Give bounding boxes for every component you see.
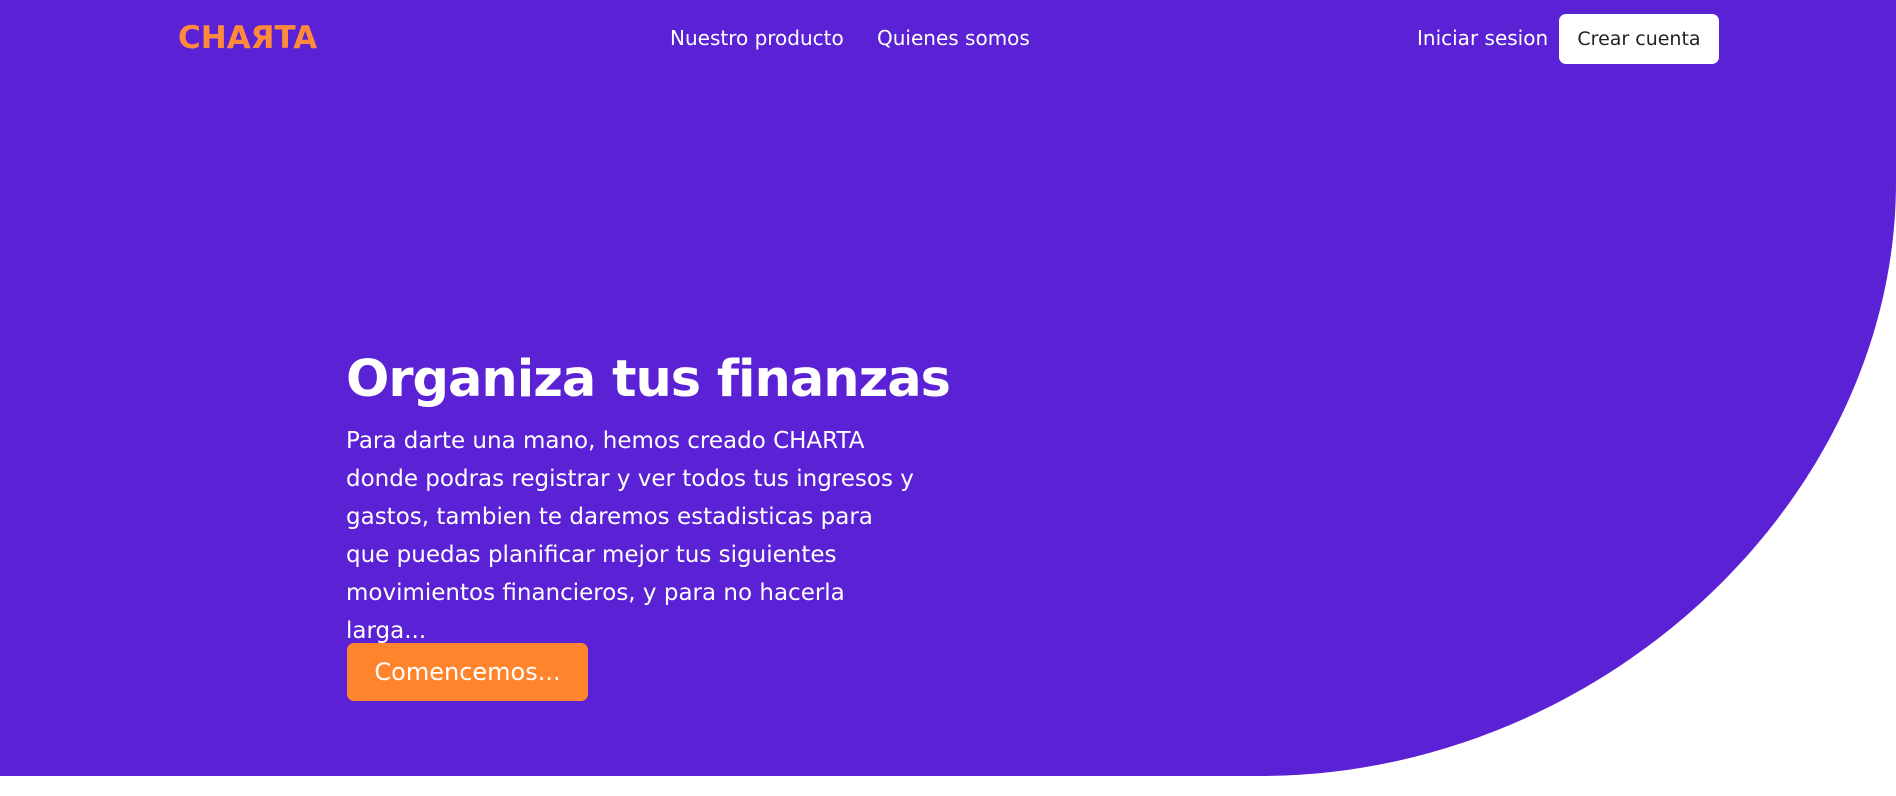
hero-description: Para darte una mano, hemos creado CHARTA… <box>346 428 914 644</box>
login-link[interactable]: Iniciar sesion <box>1417 26 1548 50</box>
nav-link-about[interactable]: Quienes somos <box>877 26 1030 50</box>
brand-logo[interactable]: CHAЯTA <box>178 20 317 56</box>
create-account-button[interactable]: Crear cuenta <box>1559 14 1719 64</box>
nav-link-product[interactable]: Nuestro producto <box>670 26 844 50</box>
hero-section: Organiza tus finanzas Para darte una man… <box>346 346 951 650</box>
hero-title: Organiza tus finanzas <box>346 350 951 409</box>
top-navbar: CHAЯTA Nuestro producto Quienes somos In… <box>0 0 1896 78</box>
get-started-button[interactable]: Comencemos... <box>347 643 588 701</box>
landing-page: CHAЯTA Nuestro producto Quienes somos In… <box>0 0 1896 796</box>
